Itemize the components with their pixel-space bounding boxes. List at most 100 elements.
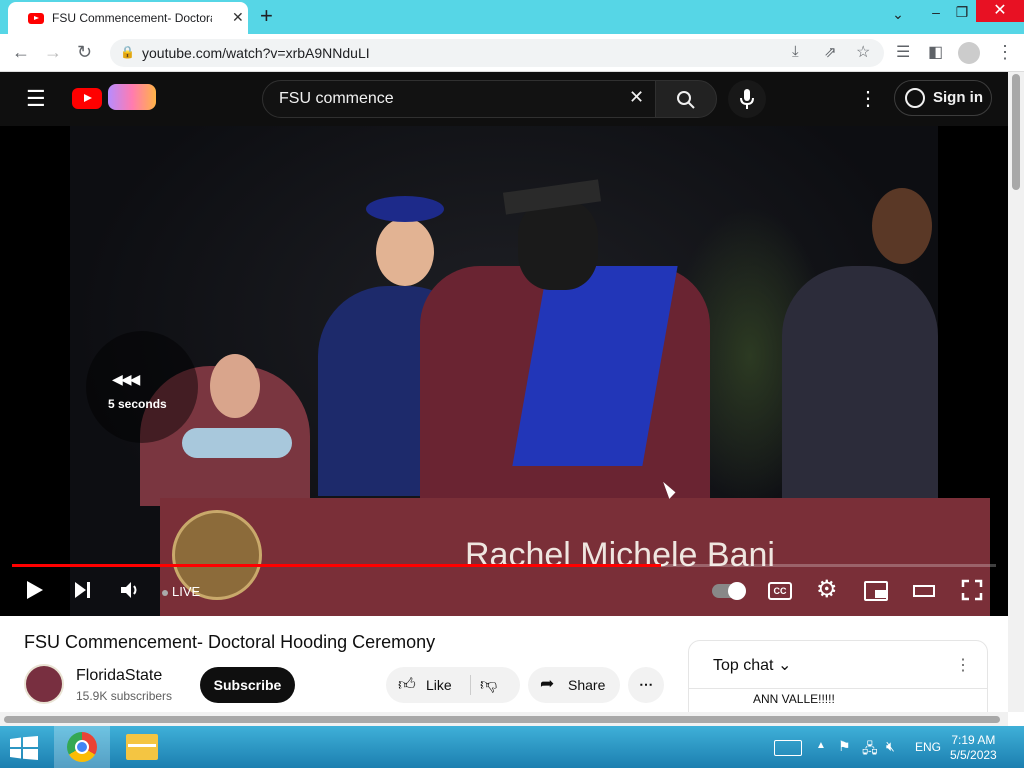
search-input[interactable]: FSU commence ✕: [262, 80, 656, 118]
profile-avatar-icon[interactable]: [958, 42, 980, 64]
clock-date: 5/5/2023: [950, 748, 997, 762]
clear-search-icon[interactable]: ✕: [629, 87, 644, 108]
youtube-doodle-logo[interactable]: [108, 84, 156, 110]
subscriber-count: 15.9K subscribers: [76, 689, 173, 703]
back-arrow-icon[interactable]: ←: [12, 42, 30, 63]
seek-hint-text: 5 seconds: [108, 397, 167, 411]
chat-menu-icon[interactable]: ⋮: [955, 655, 971, 675]
subscribe-button[interactable]: Subscribe: [200, 667, 295, 703]
theater-mode-icon[interactable]: [913, 585, 935, 597]
captions-cc-icon[interactable]: CC: [768, 582, 792, 600]
windows-taskbar: ▲ ⚑ 🖧︎ 🔇︎ ENG 7:19 AM 5/5/2023: [0, 726, 1024, 768]
presenter-tam-hat: [366, 196, 444, 222]
youtube-logo-icon[interactable]: [72, 88, 102, 109]
vertical-scrollbar[interactable]: [1008, 72, 1024, 712]
side-panel-icon[interactable]: ◧: [928, 42, 943, 62]
mute-button[interactable]: [118, 578, 142, 607]
miniplayer-icon[interactable]: [864, 581, 888, 601]
chrome-icon: [67, 732, 97, 762]
browser-tab[interactable]: FSU Commencement- Doctoral H ✕: [8, 2, 248, 34]
clock-time: 7:19 AM: [951, 733, 996, 747]
search-icon: [677, 91, 695, 109]
seek-back-overlay: ◀◀◀ 5 seconds: [86, 331, 198, 443]
microphone-icon: [740, 89, 754, 109]
thumbs-up-icon: 👍︎: [398, 675, 416, 694]
chat-divider: [689, 688, 987, 689]
live-dot-icon: [162, 590, 168, 596]
bookmark-star-icon[interactable]: ☆: [856, 42, 870, 62]
input-language[interactable]: ENG: [915, 740, 941, 754]
forward-arrow-icon[interactable]: →: [44, 42, 62, 63]
progress-bar[interactable]: [12, 564, 996, 567]
search-button[interactable]: [655, 80, 717, 118]
presenter-face: [376, 218, 434, 286]
more-actions-icon[interactable]: ⋯: [628, 667, 664, 703]
reload-icon[interactable]: ↻: [77, 42, 92, 63]
fullscreen-button[interactable]: [961, 579, 983, 606]
volume-muted-icon[interactable]: 🔇︎: [886, 738, 895, 755]
tab-title: FSU Commencement- Doctoral H: [52, 11, 212, 25]
like-button[interactable]: 👍︎ Like: [386, 667, 470, 703]
chrome-menu-icon[interactable]: ⋮: [996, 42, 1014, 63]
file-explorer-icon[interactable]: [126, 734, 158, 760]
next-button[interactable]: [72, 578, 94, 607]
chevron-down-icon: ⌄: [777, 657, 792, 674]
thumbs-down-icon[interactable]: 👎︎: [480, 674, 497, 695]
like-dislike-group: 👍︎ Like 👎︎: [386, 667, 520, 703]
reading-list-icon[interactable]: ☰: [896, 42, 910, 62]
blue-hood: [182, 428, 292, 458]
progress-bar-played: [12, 564, 662, 567]
vertical-scroll-thumb[interactable]: [1012, 74, 1020, 190]
settings-gear-icon[interactable]: ⚙: [816, 575, 838, 604]
top-chat-label: Top chat: [713, 657, 774, 674]
tab-search-chevron-icon[interactable]: ⌄: [878, 6, 918, 23]
video-frame[interactable]: Rachel Michele Bani: [70, 126, 990, 616]
url-text[interactable]: youtube.com/watch?v=xrbA9NNduLI: [142, 45, 370, 61]
network-icon[interactable]: 🖧︎: [862, 738, 878, 762]
assistant-face: [872, 188, 932, 264]
play-icon: [27, 581, 43, 599]
graduate-name-caption: Rachel Michele Bani: [465, 536, 775, 574]
lock-icon[interactable]: 🔒: [120, 45, 135, 59]
address-bar[interactable]: 🔒 youtube.com/watch?v=xrbA9NNduLI ⤓ ⇗ ☆: [110, 39, 884, 67]
horizontal-scroll-thumb[interactable]: [4, 716, 1000, 723]
rewind-triangles-icon: ◀◀◀: [112, 371, 140, 387]
browser-toolbar: ← → ↻ 🔒 youtube.com/watch?v=xrbA9NNduLI …: [0, 34, 1024, 72]
like-label: Like: [426, 677, 452, 693]
top-chat-dropdown[interactable]: Top chat ⌄: [713, 655, 791, 675]
window-close-button[interactable]: ✕: [976, 0, 1024, 22]
windows-start-icon[interactable]: [10, 736, 38, 765]
share-button[interactable]: ➦ Share: [528, 667, 620, 703]
settings-more-icon[interactable]: ⋮: [858, 86, 878, 111]
video-title: FSU Commencement- Doctoral Hooding Cerem…: [24, 632, 436, 652]
hamburger-menu-icon[interactable]: ☰: [26, 86, 46, 112]
live-label[interactable]: LIVE: [172, 584, 200, 599]
channel-name[interactable]: FloridaState: [76, 667, 162, 685]
horizontal-scrollbar[interactable]: [0, 712, 1008, 726]
taskbar-clock[interactable]: 7:19 AM 5/5/2023: [950, 733, 997, 763]
share-arrow-icon: ➦: [540, 674, 555, 693]
play-button[interactable]: [24, 578, 46, 607]
tab-close-icon[interactable]: ✕: [232, 9, 244, 26]
sign-in-button[interactable]: Sign in: [894, 80, 992, 116]
touch-keyboard-icon[interactable]: [774, 740, 802, 756]
voice-search-button[interactable]: [728, 80, 766, 118]
new-tab-button[interactable]: +: [260, 3, 273, 29]
assistant-gown: [782, 266, 938, 498]
autoplay-toggle[interactable]: [712, 582, 746, 600]
action-center-flag-icon[interactable]: ⚑: [838, 738, 851, 755]
channel-avatar[interactable]: [24, 664, 64, 704]
install-app-icon[interactable]: ⤓: [792, 43, 799, 60]
like-divider: [470, 675, 471, 695]
search-input-value[interactable]: FSU commence: [279, 90, 394, 108]
show-hidden-icons-icon[interactable]: ▲: [816, 740, 826, 751]
youtube-favicon-icon: [28, 13, 44, 24]
browser-tab-strip: FSU Commencement- Doctoral H ✕ + ⌄ – ❐ ✕: [0, 0, 1024, 34]
taskbar-chrome-button[interactable]: [54, 726, 110, 768]
next-icon: [75, 582, 90, 598]
share-page-icon[interactable]: ⇗: [824, 43, 837, 61]
fullscreen-icon: [961, 579, 983, 601]
video-player[interactable]: Rachel Michele Bani ◀◀◀ 5 seconds LIVE C…: [0, 126, 1008, 616]
sign-in-label: Sign in: [933, 89, 983, 106]
seated-faculty-face: [210, 354, 260, 418]
